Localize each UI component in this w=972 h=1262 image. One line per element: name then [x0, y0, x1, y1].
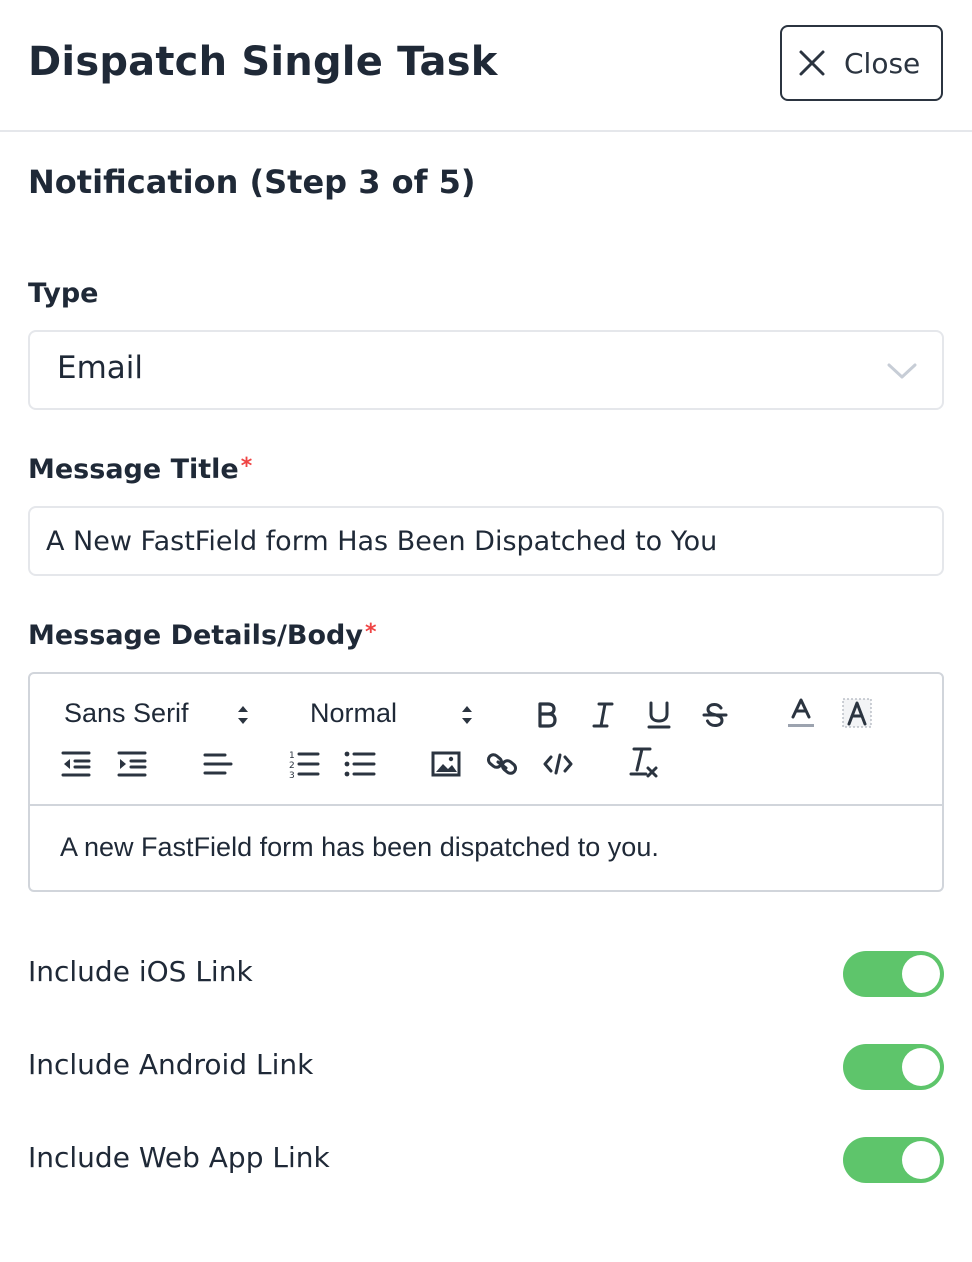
italic-button[interactable]	[586, 696, 620, 734]
ordered-list-button[interactable]: 1 2 3	[284, 746, 324, 782]
outdent-button[interactable]	[56, 746, 96, 782]
italic-icon	[592, 702, 614, 728]
required-mark: *	[240, 454, 253, 479]
clear-formatting-button[interactable]	[624, 744, 664, 782]
font-family-value: Sans Serif	[64, 698, 189, 728]
outdent-icon	[61, 751, 91, 777]
message-body-label: Message Details/Body*	[28, 620, 377, 651]
code-button[interactable]	[538, 746, 578, 782]
bold-icon	[538, 702, 557, 728]
text-color-button[interactable]	[784, 694, 818, 734]
ios-link-row: Include iOS Link	[28, 951, 944, 999]
toggle-knob	[902, 1048, 940, 1086]
ios-link-toggle[interactable]	[843, 951, 944, 997]
font-size-picker[interactable]: Normal	[310, 698, 480, 729]
bullet-list-icon	[344, 751, 376, 777]
bold-button[interactable]	[530, 696, 564, 734]
underline-icon	[647, 701, 671, 729]
android-link-toggle[interactable]	[843, 1044, 944, 1090]
rich-text-editor: Sans Serif Normal 1 2 3 A new FastField …	[28, 672, 944, 892]
modal-header: Dispatch Single Task Close	[0, 0, 972, 132]
close-label: Close	[844, 46, 921, 80]
required-mark: *	[364, 620, 377, 645]
code-icon	[543, 753, 573, 775]
message-title-input[interactable]	[28, 506, 944, 576]
android-link-label: Include Android Link	[28, 1048, 314, 1081]
bullet-list-button[interactable]	[340, 746, 380, 782]
ordered-list-icon: 1 2 3	[289, 751, 320, 779]
clear-formatting-icon	[629, 747, 658, 778]
sort-arrows-icon	[238, 706, 248, 724]
close-icon	[799, 50, 825, 76]
indent-icon	[117, 751, 147, 777]
link-icon	[486, 753, 518, 775]
insert-link-button[interactable]	[482, 746, 522, 782]
image-icon	[431, 751, 461, 777]
close-button[interactable]: Close	[780, 25, 943, 101]
type-label: Type	[28, 278, 99, 309]
android-link-row: Include Android Link	[28, 1044, 944, 1092]
web-app-link-row: Include Web App Link	[28, 1137, 944, 1185]
ios-link-label: Include iOS Link	[28, 955, 253, 988]
chevron-down-icon	[887, 363, 917, 379]
toggle-knob	[902, 955, 940, 993]
align-left-icon	[203, 753, 233, 775]
background-color-button[interactable]	[840, 694, 874, 734]
sort-arrows-icon	[462, 706, 472, 724]
indent-button[interactable]	[112, 746, 152, 782]
font-family-picker[interactable]: Sans Serif	[64, 698, 254, 729]
page-title: Dispatch Single Task	[28, 39, 498, 85]
web-app-link-label: Include Web App Link	[28, 1141, 330, 1174]
svg-text:1: 1	[289, 751, 295, 761]
type-select-value: Email	[57, 350, 144, 386]
text-color-icon	[788, 698, 814, 727]
strikethrough-button[interactable]	[698, 696, 732, 734]
toggle-knob	[902, 1141, 940, 1179]
insert-image-button[interactable]	[426, 746, 466, 782]
strikethrough-icon	[702, 702, 728, 728]
type-select[interactable]: Email	[28, 330, 944, 410]
editor-toolbar: Sans Serif Normal 1 2 3	[30, 674, 942, 806]
svg-text:3: 3	[289, 771, 295, 779]
step-title: Notification (Step 3 of 5)	[28, 163, 476, 201]
message-title-label: Message Title*	[28, 454, 253, 485]
background-color-icon	[842, 698, 872, 728]
underline-button[interactable]	[642, 696, 676, 734]
web-app-link-toggle[interactable]	[843, 1137, 944, 1183]
align-button[interactable]	[198, 746, 238, 782]
svg-text:2: 2	[289, 761, 295, 771]
font-size-value: Normal	[310, 698, 398, 728]
editor-content[interactable]: A new FastField form has been dispatched…	[60, 832, 659, 863]
